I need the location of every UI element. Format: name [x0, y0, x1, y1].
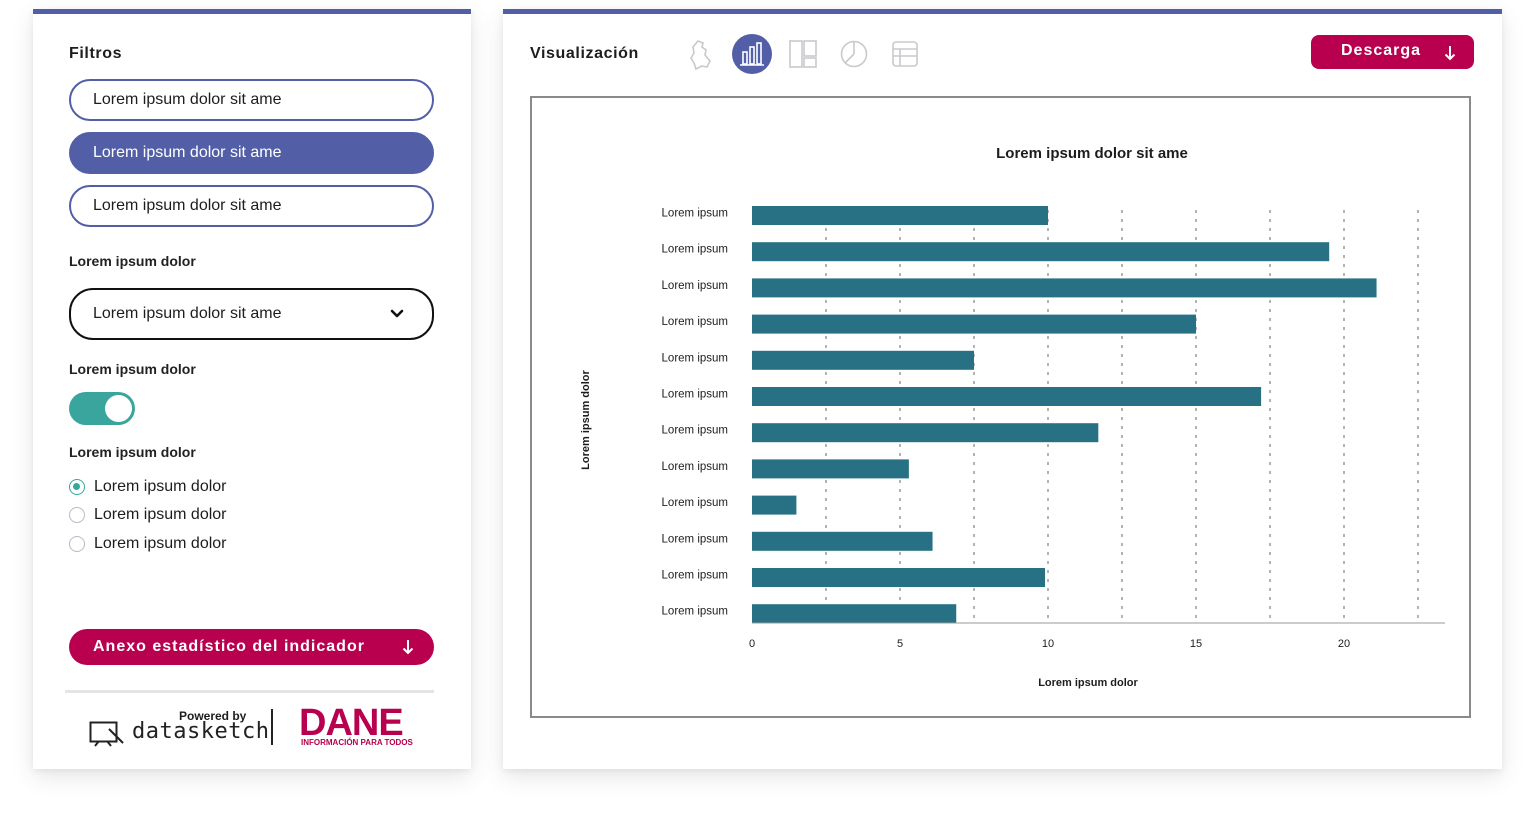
- chart-bar[interactable]: [752, 387, 1262, 406]
- bar-chart-icon: [740, 42, 764, 66]
- chart-bar[interactable]: [752, 242, 1330, 262]
- view-treemap-button[interactable]: [783, 34, 823, 74]
- view-bar-chart-button[interactable]: [732, 34, 772, 74]
- view-map-button[interactable]: [681, 34, 721, 74]
- filter-pill-1[interactable]: Lorem ipsum dolor sit ame: [69, 79, 434, 121]
- filters-title: Filtros: [69, 45, 123, 62]
- chart-y-axis-label: Lorem ipsum dolor: [580, 369, 592, 469]
- map-icon: [690, 40, 711, 71]
- chart-category-label: Lorem ipsum: [662, 280, 728, 292]
- chart-bar[interactable]: [752, 459, 909, 479]
- chart-x-tick-label: 20: [1338, 638, 1350, 650]
- chart-category-label: Lorem ipsum: [662, 461, 728, 473]
- chart-x-tick-label: 0: [749, 638, 755, 650]
- radio-option-3[interactable]: Lorem ipsum dolor: [69, 533, 227, 555]
- treemap-icon: [789, 40, 817, 68]
- radio-unchecked-icon: [69, 507, 85, 523]
- chart-title: Lorem ipsum dolor sit ame: [996, 145, 1188, 162]
- chart-category-label: Lorem ipsum: [662, 316, 728, 328]
- download-button[interactable]: Descarga: [1311, 35, 1474, 69]
- chart-x-tick-label: 10: [1042, 638, 1054, 650]
- chart-bar[interactable]: [752, 314, 1196, 334]
- visualization-title: Visualización: [530, 45, 639, 62]
- chart-category-label: Lorem ipsum: [662, 389, 728, 401]
- chart-category-label: Lorem ipsum: [662, 570, 728, 582]
- chart-category-label: Lorem ipsum: [662, 244, 728, 256]
- logo-separator: [271, 709, 273, 745]
- chart-bar[interactable]: [752, 604, 957, 624]
- radio-option-label: Lorem ipsum dolor: [94, 506, 227, 523]
- radio-checked-icon: [69, 479, 85, 495]
- chart-bar[interactable]: [752, 350, 974, 370]
- radio-option-1[interactable]: Lorem ipsum dolor: [69, 476, 227, 498]
- toggle-knob: [105, 395, 132, 422]
- radio-option-label: Lorem ipsum dolor: [94, 535, 227, 552]
- arrow-down-icon: [402, 640, 414, 655]
- datasketch-logo-icon: [89, 721, 124, 747]
- download-button-label: Descarga: [1341, 42, 1422, 59]
- filter-pill-2[interactable]: Lorem ipsum dolor sit ame: [69, 132, 434, 174]
- filters-panel: Filtros Lorem ipsum dolor sit ame Lorem …: [33, 9, 471, 769]
- chart-bar[interactable]: [752, 568, 1046, 587]
- arrow-down-icon: [1444, 46, 1456, 61]
- chart-x-tick-label: 15: [1190, 638, 1202, 650]
- select-value: Lorem ipsum dolor sit ame: [93, 305, 282, 322]
- chart-category-label: Lorem ipsum: [662, 208, 728, 220]
- chart-bar[interactable]: [752, 531, 933, 551]
- visualization-panel: Visualización Descarga Lorem ipsum dolor…: [503, 9, 1502, 769]
- chevron-down-icon: [390, 309, 404, 318]
- annex-download-button[interactable]: Anexo estadístico del indicador: [69, 629, 434, 665]
- chart-bar[interactable]: [752, 278, 1377, 298]
- chart-x-tick-label: 5: [897, 638, 903, 650]
- chart-container: Lorem ipsum dolor sit ame Lorem ipsum do…: [530, 96, 1471, 718]
- filter-pill-3[interactable]: Lorem ipsum dolor sit ame: [69, 185, 434, 227]
- view-pie-chart-button[interactable]: [834, 34, 874, 74]
- radio-option-2[interactable]: Lorem ipsum dolor: [69, 504, 227, 526]
- chart-category-label: Lorem ipsum: [662, 352, 728, 364]
- select-label: Lorem ipsum dolor: [69, 253, 196, 269]
- chart-x-axis-label: Lorem ipsum dolor: [1038, 677, 1138, 689]
- chart-category-label: Lorem ipsum: [662, 606, 728, 618]
- annex-button-label: Anexo estadístico del indicador: [93, 638, 365, 655]
- radio-group-label: Lorem ipsum dolor: [69, 444, 196, 460]
- pie-chart-icon: [840, 40, 868, 68]
- filter-toggle[interactable]: [69, 392, 135, 425]
- chart-category-label: Lorem ipsum: [662, 533, 728, 545]
- filter-select[interactable]: Lorem ipsum dolor sit ame: [69, 288, 434, 340]
- chart-category-label: Lorem ipsum: [662, 497, 728, 509]
- dane-tagline: INFORMACIÓN PARA TODOS: [301, 738, 413, 747]
- radio-unchecked-icon: [69, 536, 85, 552]
- view-table-button[interactable]: [885, 34, 925, 74]
- chart-bar[interactable]: [752, 423, 1099, 443]
- table-icon: [892, 41, 918, 67]
- radio-option-label: Lorem ipsum dolor: [94, 478, 227, 495]
- chart-bar[interactable]: [752, 495, 797, 515]
- footer-divider: [65, 690, 434, 693]
- chart-bar[interactable]: [752, 206, 1048, 225]
- bar-chart: Lorem ipsum dolor sit ame Lorem ipsum do…: [580, 145, 1445, 689]
- toggle-label: Lorem ipsum dolor: [69, 361, 196, 377]
- datasketch-brand: datasketch: [132, 719, 270, 744]
- chart-category-label: Lorem ipsum: [662, 425, 728, 437]
